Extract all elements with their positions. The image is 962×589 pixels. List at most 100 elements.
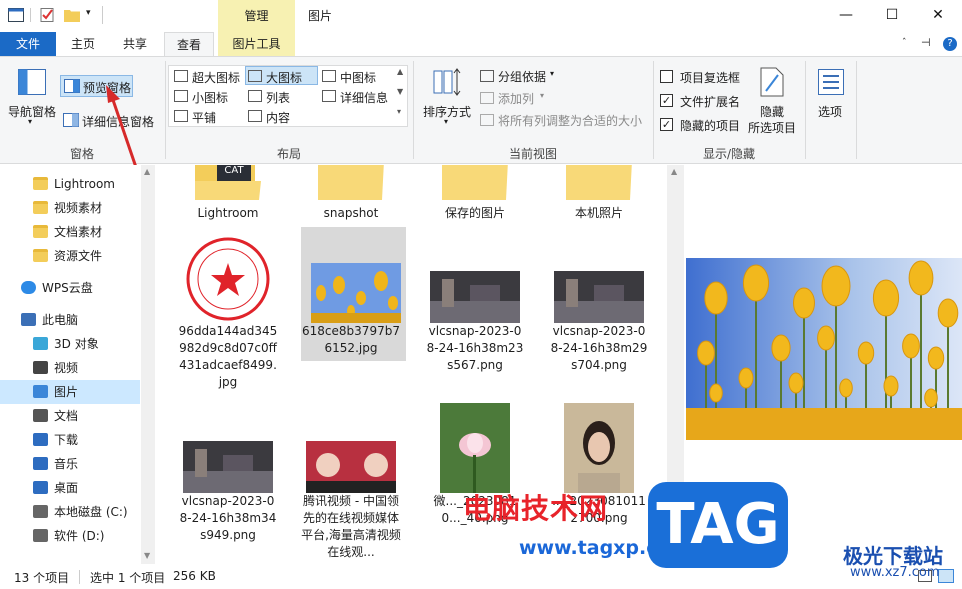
size-columns-icon <box>480 114 494 126</box>
layout-medium[interactable]: 中图标 <box>320 67 392 85</box>
tab-picture-tools[interactable]: 图片工具 <box>218 32 295 56</box>
qa-dropdown-icon[interactable]: ▾ <box>86 8 91 18</box>
hidden-items-checkbox[interactable]: ✓ <box>660 118 673 131</box>
title-bar: ▾ 管理 图片 — ☐ ✕ <box>0 0 962 32</box>
file-item[interactable]: vlcsnap-2023-08-24-16h38m34s949.png <box>173 397 283 562</box>
sort-icon <box>433 68 461 96</box>
hidden-items-toggle[interactable]: ✓ 隐藏的项目 <box>658 116 748 134</box>
layout-extra-large[interactable]: 超大图标 <box>172 67 244 85</box>
layout-small[interactable]: 小图标 <box>172 87 244 105</box>
thumbnail-image <box>544 403 654 496</box>
file-name: 腾讯视频 - 中国领先的在线视频媒体平台,海量高清视频在线观... <box>301 494 401 559</box>
nav-item[interactable]: 下载 <box>0 428 140 452</box>
file-extensions-checkbox[interactable]: ✓ <box>660 94 673 107</box>
nav-item[interactable]: 图片 <box>0 380 140 404</box>
folder-icon <box>296 165 406 203</box>
nav-item[interactable]: WPS云盘 <box>0 276 140 300</box>
drive-icon <box>33 505 48 518</box>
file-item[interactable]: vlcsnap-2023-08-24-16h38m29s704.png <box>544 227 654 392</box>
sort-by-button[interactable]: 排序方式 ▾ <box>418 65 476 137</box>
nav-scrollbar[interactable]: ▲ ▼ <box>141 165 155 564</box>
layout-details[interactable]: 详细信息 <box>320 87 400 105</box>
nav-item[interactable]: 软件 (D:) <box>0 524 140 548</box>
file-name: 本机照片 <box>574 206 623 220</box>
nav-item[interactable]: Lightroom <box>0 172 140 196</box>
nav-item[interactable]: 3D 对象 <box>0 332 140 356</box>
size-columns-button[interactable]: 将所有列调整为合适的大小 <box>478 111 648 129</box>
close-button[interactable]: ✕ <box>915 0 961 32</box>
details-pane-icon <box>63 113 79 127</box>
layout-tiles[interactable]: 平铺 <box>172 107 244 125</box>
cloud-icon <box>21 281 36 294</box>
nav-item[interactable]: 视频素材 <box>0 196 140 220</box>
thumbnail-image <box>420 271 530 326</box>
layout-content[interactable]: 内容 <box>246 107 318 125</box>
file-extensions-toggle[interactable]: ✓ 文件扩展名 <box>658 92 748 110</box>
large-icons-view-icon[interactable] <box>938 569 954 583</box>
nav-item[interactable]: 文档 <box>0 404 140 428</box>
picture-icon <box>33 385 48 398</box>
file-name: 618ce8b3797b76152.jpg <box>302 324 400 355</box>
gallery-up-icon[interactable]: ▲ <box>397 67 403 76</box>
chevron-down-icon: ▾ <box>28 117 33 126</box>
file-name: Lightroom <box>197 206 259 220</box>
minimize-ribbon-icon[interactable]: ˆ <box>902 38 907 48</box>
thumbnail-image <box>544 271 654 326</box>
item-checkboxes-toggle[interactable]: 项目复选框 <box>658 68 748 86</box>
hide-selected-button[interactable]: 隐藏 所选项目 <box>744 65 802 137</box>
nav-item-label: 3D 对象 <box>54 337 99 351</box>
file-name: vlcsnap-2023-08-24-16h38m34s949.png <box>179 494 277 542</box>
explorer-icon[interactable] <box>8 8 24 22</box>
add-columns-button[interactable]: 添加列 ▾ <box>478 89 568 107</box>
nav-item[interactable]: 此电脑 <box>0 308 140 332</box>
tab-view[interactable]: 查看 <box>164 32 214 56</box>
file-name: vlcsnap-2023-08-24-16h38m29s704.png <box>550 324 648 372</box>
context-tab-manage[interactable]: 管理 <box>218 0 295 32</box>
group-by-button[interactable]: 分组依据 ▾ <box>478 67 568 85</box>
nav-item-label: WPS云盘 <box>42 281 93 295</box>
status-bar: 13 个项目 选中 1 个项目 256 KB <box>0 564 962 589</box>
file-item[interactable]: 96dda144ad345982d9c8d07c0ff431adcaef8499… <box>173 227 283 392</box>
file-name: 96dda144ad345982d9c8d07c0ff431adcaef8499… <box>178 324 278 389</box>
nav-item[interactable]: 桌面 <box>0 476 140 500</box>
nav-item[interactable]: 音乐 <box>0 452 140 476</box>
nav-item-label: 资源文件 <box>54 249 103 263</box>
layout-large[interactable]: 大图标 <box>245 66 318 85</box>
file-name: 保存的图片 <box>444 206 505 220</box>
help-icon[interactable]: ? <box>943 37 957 51</box>
hide-selected-label-1: 隐藏 <box>760 105 785 119</box>
options-button[interactable]: 选项 <box>810 65 852 137</box>
gallery-down-icon[interactable]: ▼ <box>397 87 403 96</box>
chevron-down-icon: ▾ <box>540 91 545 100</box>
nav-item[interactable]: 本地磁盘 (C:) <box>0 500 140 524</box>
tab-file[interactable]: 文件 <box>0 32 56 56</box>
properties-icon[interactable] <box>40 8 56 22</box>
nav-pane-button[interactable]: 导航窗格 ▾ <box>6 65 56 135</box>
nav-item-label: Lightroom <box>54 177 115 191</box>
selected-count: 选中 1 个项目 <box>90 571 166 585</box>
list-icon <box>248 90 262 102</box>
nav-item[interactable]: 文档素材 <box>0 220 140 244</box>
tab-share[interactable]: 共享 <box>114 32 156 56</box>
group-label-show-hide: 显示/隐藏 <box>702 147 756 161</box>
nav-item[interactable]: 视频 <box>0 356 140 380</box>
layout-list[interactable]: 列表 <box>246 87 318 105</box>
nav-pane-icon <box>18 69 46 95</box>
nav-item[interactable]: 资源文件 <box>0 244 140 268</box>
gallery-expand-icon[interactable]: ▾ <box>397 107 401 116</box>
pin-icon[interactable]: ⊣ <box>921 36 931 49</box>
new-folder-icon[interactable] <box>64 8 80 22</box>
medium-icons-icon <box>322 70 336 82</box>
file-item[interactable]: 618ce8b3797b76152.jpg <box>301 227 406 361</box>
item-checkboxes-checkbox[interactable] <box>660 70 673 83</box>
file-item[interactable]: 腾讯视频 - 中国领先的在线视频媒体平台,海量高清视频在线观... <box>296 397 406 562</box>
preview-pane-icon <box>64 79 80 93</box>
file-item[interactable]: 微..._20230810..._40.png <box>420 397 530 562</box>
large-icons-icon <box>248 70 262 82</box>
video-icon <box>33 361 48 374</box>
content-icon <box>248 110 262 122</box>
minimize-button[interactable]: — <box>823 0 869 32</box>
file-item[interactable]: vlcsnap-2023-08-24-16h38m23s567.png <box>420 227 530 392</box>
tab-home[interactable]: 主页 <box>62 32 104 56</box>
maximize-button[interactable]: ☐ <box>869 0 915 32</box>
